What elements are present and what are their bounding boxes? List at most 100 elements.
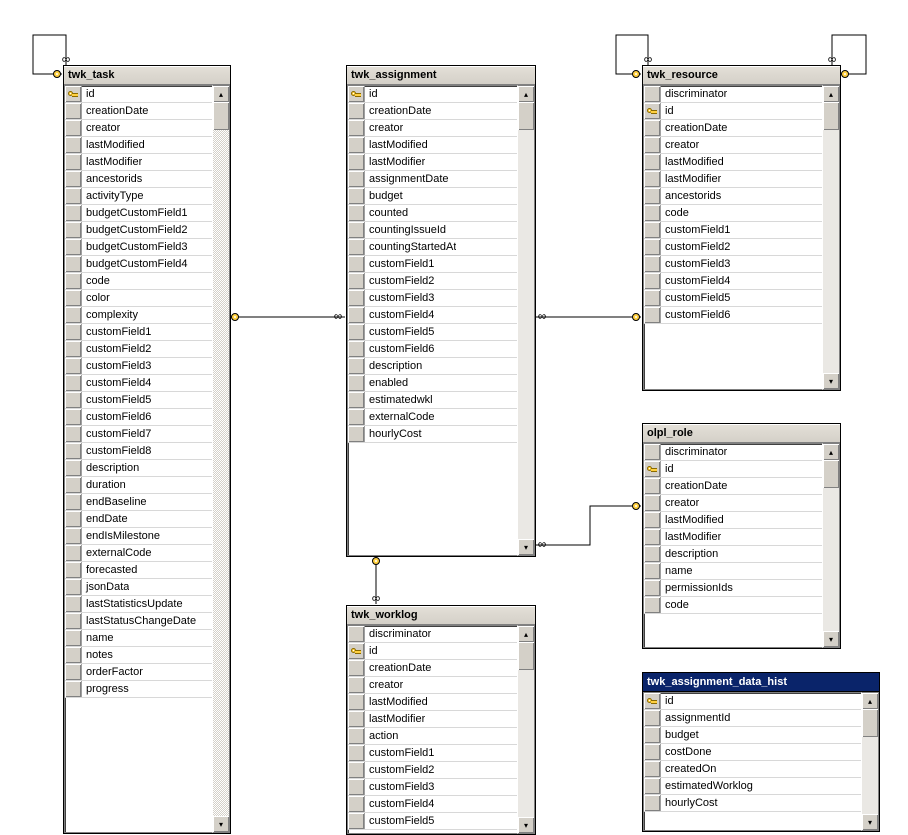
scroll-track[interactable] (823, 460, 839, 631)
table-row[interactable]: externalCode (65, 545, 212, 562)
scroll-track[interactable] (823, 102, 839, 373)
scroll-up-icon[interactable]: ▴ (823, 86, 839, 102)
table-row[interactable]: budget (348, 188, 517, 205)
table-row[interactable]: customField2 (644, 239, 822, 256)
table-row[interactable]: creator (348, 120, 517, 137)
table-row[interactable]: customField1 (348, 745, 517, 762)
table-row[interactable]: customField4 (348, 796, 517, 813)
table-row[interactable]: assignmentDate (348, 171, 517, 188)
table-row[interactable]: costDone (644, 744, 861, 761)
scroll-down-icon[interactable]: ▾ (518, 539, 534, 555)
table-row[interactable]: lastModified (348, 137, 517, 154)
scrollbar[interactable]: ▴▾ (212, 85, 230, 833)
table-row[interactable]: jsonData (65, 579, 212, 596)
table-row[interactable]: enabled (348, 375, 517, 392)
table-row[interactable]: budgetCustomField2 (65, 222, 212, 239)
scroll-up-icon[interactable]: ▴ (518, 626, 534, 642)
table-row[interactable]: lastModifier (644, 171, 822, 188)
table-row[interactable]: customField3 (348, 779, 517, 796)
table-row[interactable]: creationDate (644, 120, 822, 137)
table-title[interactable]: twk_assignment_data_hist (643, 673, 879, 692)
table-row[interactable]: customField2 (65, 341, 212, 358)
scrollbar[interactable]: ▴▾ (822, 85, 840, 390)
table-row[interactable]: creationDate (65, 103, 212, 120)
scroll-up-icon[interactable]: ▴ (823, 444, 839, 460)
table-row[interactable]: forecasted (65, 562, 212, 579)
table-row[interactable]: customField5 (65, 392, 212, 409)
table-row[interactable]: id (348, 643, 517, 660)
table-row[interactable]: ancestorids (65, 171, 212, 188)
table-row[interactable]: countingIssueId (348, 222, 517, 239)
table-row[interactable]: countingStartedAt (348, 239, 517, 256)
table-row[interactable]: creator (348, 677, 517, 694)
table-row[interactable]: description (348, 358, 517, 375)
table-row[interactable]: customField5 (348, 324, 517, 341)
table-row[interactable]: hourlyCost (348, 426, 517, 443)
table-olpl_role[interactable]: olpl_rolediscriminatoridcreationDatecrea… (642, 423, 841, 649)
table-twk_task[interactable]: twk_taskidcreationDatecreatorlastModifie… (63, 65, 231, 834)
table-row[interactable]: customField8 (65, 443, 212, 460)
table-row[interactable]: progress (65, 681, 212, 698)
table-row[interactable]: code (65, 273, 212, 290)
table-row[interactable]: endIsMilestone (65, 528, 212, 545)
scrollbar[interactable]: ▴▾ (517, 625, 535, 834)
scroll-thumb[interactable] (518, 642, 534, 670)
table-row[interactable]: customField4 (348, 307, 517, 324)
scrollbar[interactable]: ▴▾ (861, 692, 879, 831)
scroll-down-icon[interactable]: ▾ (862, 814, 878, 830)
table-row[interactable]: creator (644, 137, 822, 154)
scroll-up-icon[interactable]: ▴ (518, 86, 534, 102)
scroll-up-icon[interactable]: ▴ (213, 86, 229, 102)
table-row[interactable]: name (65, 630, 212, 647)
table-row[interactable]: id (644, 693, 861, 710)
table-row[interactable]: discriminator (644, 444, 822, 461)
table-row[interactable]: assignmentId (644, 710, 861, 727)
scroll-down-icon[interactable]: ▾ (823, 631, 839, 647)
table-row[interactable]: ancestorids (644, 188, 822, 205)
table-row[interactable]: id (644, 461, 822, 478)
table-row[interactable]: customField1 (348, 256, 517, 273)
table-row[interactable]: id (644, 103, 822, 120)
table-row[interactable]: activityType (65, 188, 212, 205)
scroll-thumb[interactable] (862, 709, 878, 737)
table-row[interactable]: action (348, 728, 517, 745)
scroll-down-icon[interactable]: ▾ (213, 816, 229, 832)
table-row[interactable]: lastModified (65, 137, 212, 154)
table-row[interactable]: budget (644, 727, 861, 744)
table-row[interactable]: customField3 (644, 256, 822, 273)
table-row[interactable]: duration (65, 477, 212, 494)
table-row[interactable]: orderFactor (65, 664, 212, 681)
table-row[interactable]: creationDate (348, 660, 517, 677)
table-row[interactable]: lastModifier (644, 529, 822, 546)
table-row[interactable]: customField6 (644, 307, 822, 324)
table-row[interactable]: customField1 (65, 324, 212, 341)
table-row[interactable]: createdOn (644, 761, 861, 778)
table-row[interactable]: lastModifier (348, 711, 517, 728)
table-twk_worklog[interactable]: twk_worklogdiscriminatoridcreationDatecr… (346, 605, 536, 835)
table-row[interactable]: customField6 (65, 409, 212, 426)
table-row[interactable]: lastModified (644, 512, 822, 529)
table-row[interactable]: color (65, 290, 212, 307)
table-row[interactable]: lastModified (644, 154, 822, 171)
table-row[interactable]: estimatedwkl (348, 392, 517, 409)
scroll-track[interactable] (518, 102, 534, 539)
table-row[interactable]: complexity (65, 307, 212, 324)
table-row[interactable]: lastStatisticsUpdate (65, 596, 212, 613)
table-row[interactable]: budgetCustomField3 (65, 239, 212, 256)
table-row[interactable]: customField7 (65, 426, 212, 443)
table-row[interactable]: customField5 (348, 813, 517, 830)
table-title[interactable]: olpl_role (643, 424, 840, 443)
table-row[interactable]: discriminator (644, 86, 822, 103)
table-row[interactable]: budgetCustomField4 (65, 256, 212, 273)
table-row[interactable]: lastModifier (65, 154, 212, 171)
table-row[interactable]: name (644, 563, 822, 580)
table-row[interactable]: id (65, 86, 212, 103)
table-row[interactable]: counted (348, 205, 517, 222)
scroll-thumb[interactable] (518, 102, 534, 130)
table-row[interactable]: creationDate (348, 103, 517, 120)
table-row[interactable]: code (644, 205, 822, 222)
scroll-down-icon[interactable]: ▾ (518, 817, 534, 833)
table-title[interactable]: twk_task (64, 66, 230, 85)
table-row[interactable]: creator (644, 495, 822, 512)
table-row[interactable]: permissionIds (644, 580, 822, 597)
